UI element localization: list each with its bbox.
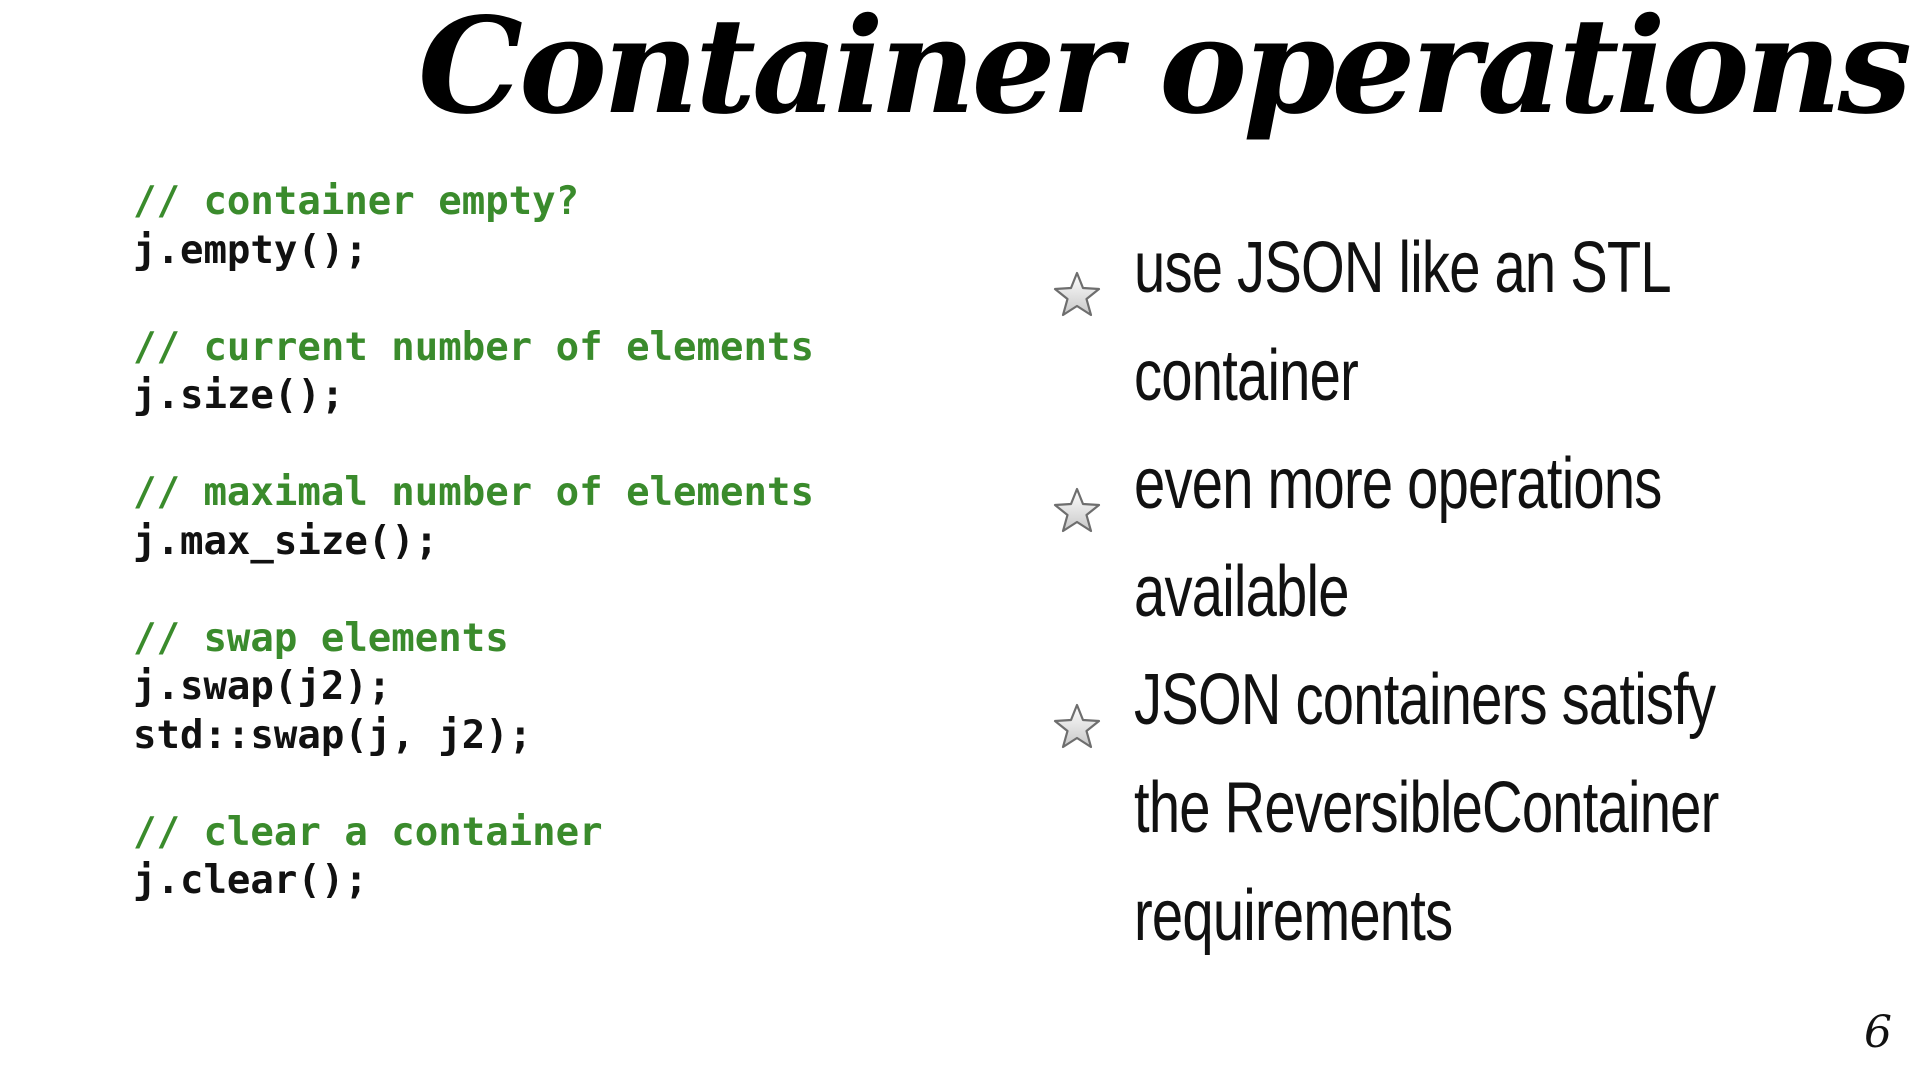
code-comment: // container empty?: [133, 179, 580, 224]
code-statement: std::swap(j, j2);: [133, 712, 533, 758]
bullet-text: even more operations: [1134, 444, 1662, 524]
slide: Container operations // container empty?…: [0, 0, 1920, 1080]
code-comment: // maximal number of elements: [133, 470, 814, 515]
bullet-list: use JSON like an STL container even more o…: [1052, 214, 1872, 970]
code-statement: j.size();: [133, 373, 345, 418]
code-listing: // container empty? j.empty(); // current …: [133, 178, 814, 954]
bullet-text: JSON containers satisfy: [1134, 660, 1716, 740]
star-icon: [1052, 674, 1102, 749]
code-statement: j.empty();: [133, 227, 368, 273]
bullet-item: JSON containers satisfy the ReversibleCon…: [1052, 646, 1872, 970]
bullet-item: even more operations available: [1052, 430, 1872, 646]
code-statement: j.clear();: [133, 858, 368, 903]
code-statement: j.swap(j2);: [133, 664, 392, 709]
bullet-text: available: [1134, 552, 1349, 632]
bullet-text: requirements: [1134, 876, 1453, 956]
code-block: // current number of elements j.size();: [133, 324, 814, 421]
code-statement: j.max_size();: [133, 518, 439, 564]
code-block: // swap elements j.swap(j2); std::swap(j, …: [133, 615, 814, 761]
bullet-text: use JSON like an STL: [1134, 228, 1672, 308]
code-block: // container empty? j.empty();: [133, 178, 814, 275]
star-icon: [1052, 458, 1102, 533]
bullet-item: use JSON like an STL container: [1052, 214, 1872, 430]
code-comment: // swap elements: [133, 615, 509, 661]
code-comment: // current number of elements: [133, 324, 814, 370]
page-number: 6: [1864, 1007, 1892, 1058]
code-block: // clear a container j.clear();: [133, 809, 814, 906]
code-comment: // clear a container: [133, 809, 603, 855]
bullet-text: container: [1134, 336, 1359, 416]
slide-title: Container operations: [417, 0, 1912, 144]
star-icon: [1052, 242, 1102, 317]
code-block: // maximal number of elements j.max_size(…: [133, 469, 814, 566]
bullet-text: the ReversibleContainer: [1134, 768, 1719, 848]
